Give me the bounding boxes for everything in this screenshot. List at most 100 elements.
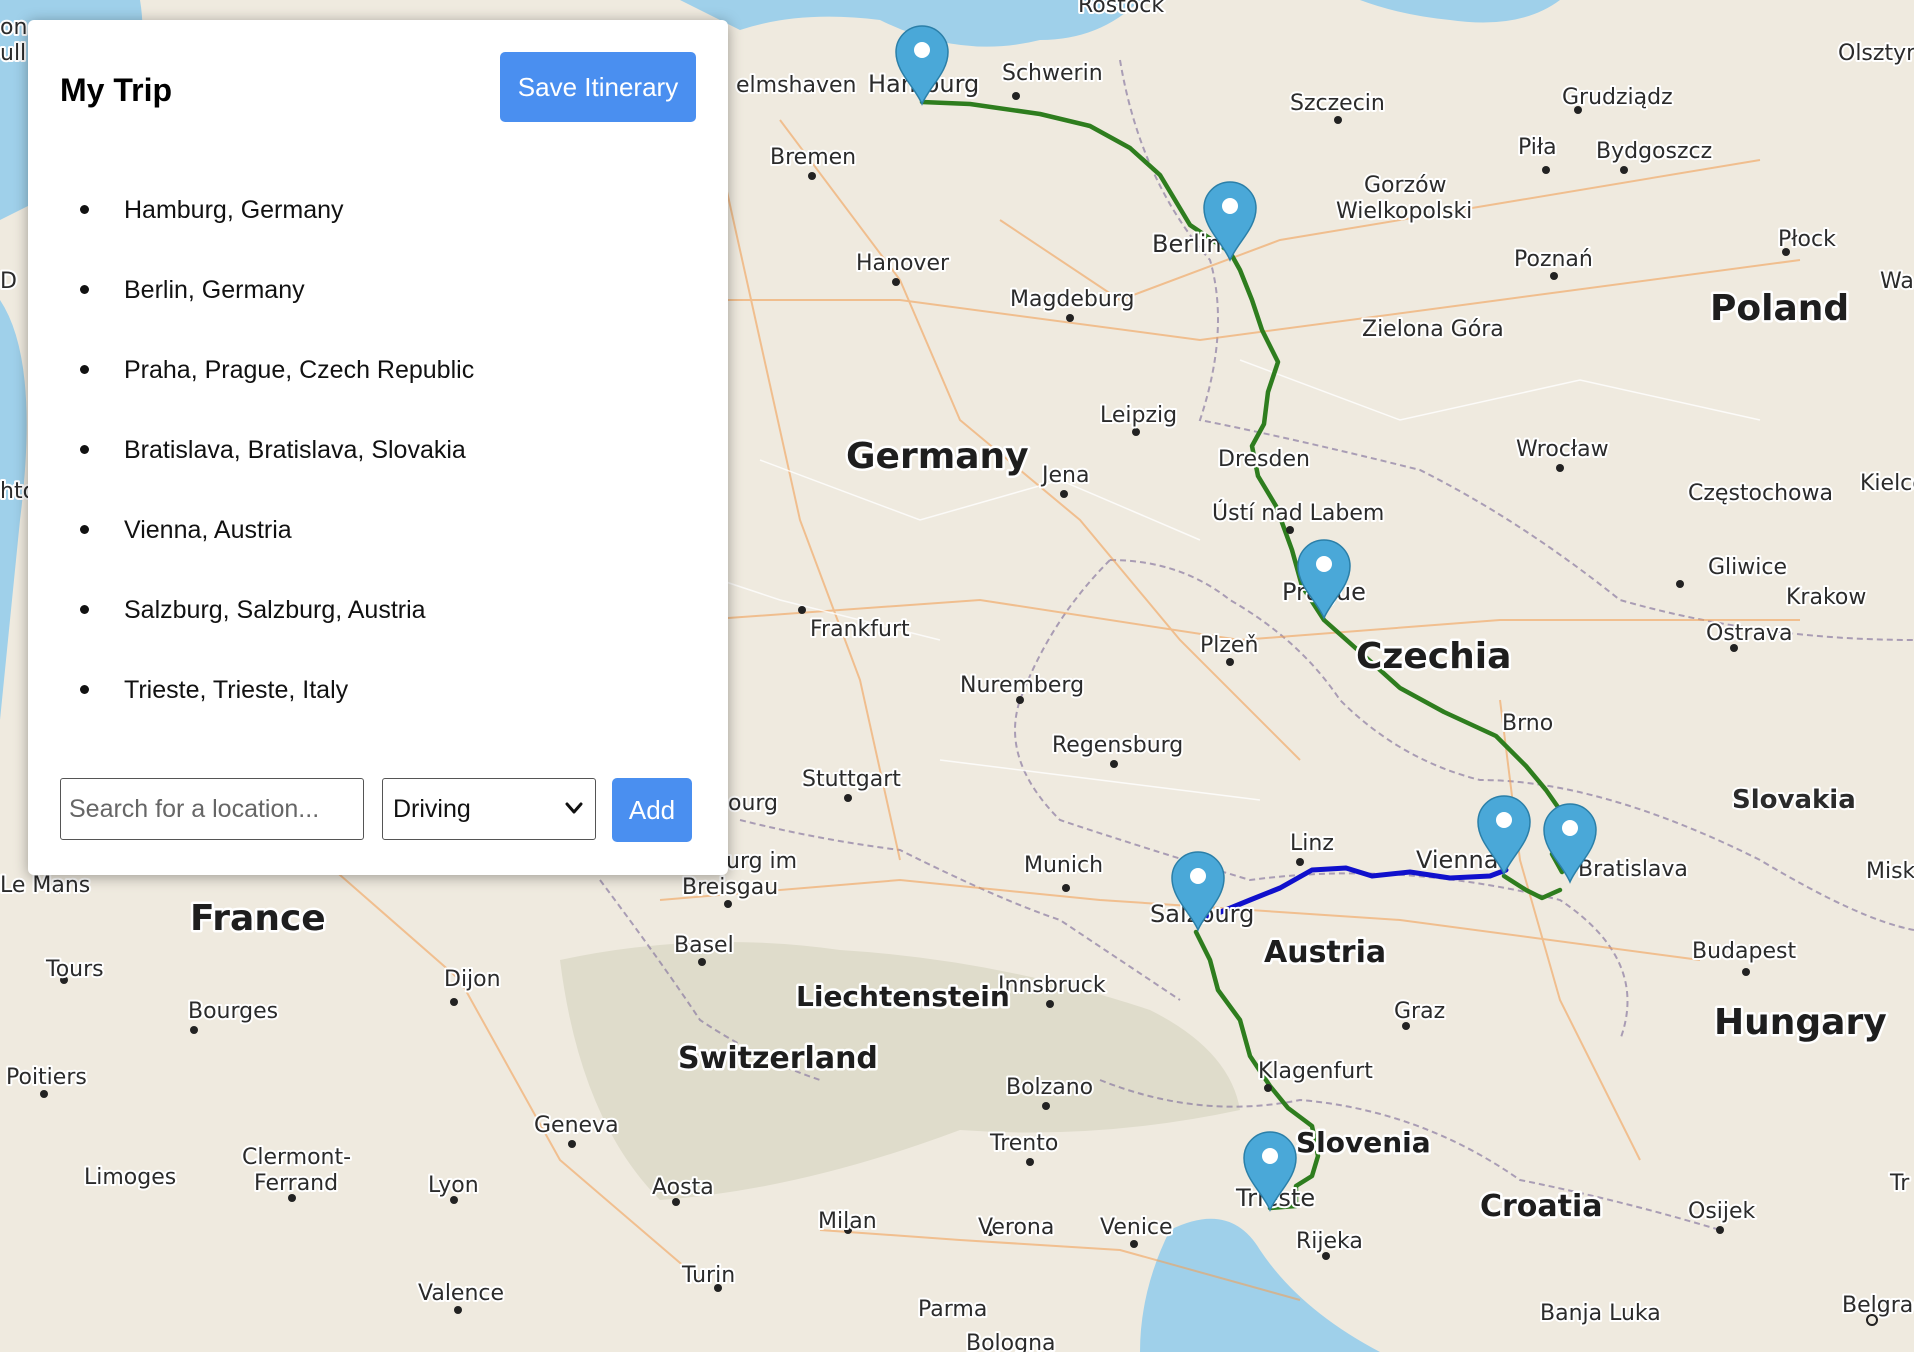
- list-item: Trieste, Trieste, Italy: [60, 650, 474, 730]
- svg-text:Magdeburg: Magdeburg: [1010, 287, 1134, 312]
- save-itinerary-button[interactable]: Save Itinerary: [500, 52, 696, 122]
- svg-text:Osijek: Osijek: [1688, 1199, 1756, 1224]
- svg-text:Olsztyn: Olsztyn: [1838, 41, 1914, 66]
- list-item: Hamburg, Germany: [60, 170, 474, 250]
- list-item: Salzburg, Salzburg, Austria: [60, 570, 474, 650]
- svg-text:Trento: Trento: [989, 1131, 1058, 1156]
- bullet-icon: [80, 445, 89, 454]
- svg-text:Berlin: Berlin: [1152, 230, 1222, 258]
- bullet-icon: [80, 285, 89, 294]
- svg-text:Dresden: Dresden: [1218, 447, 1310, 472]
- svg-text:Wielkopolski: Wielkopolski: [1336, 199, 1472, 224]
- svg-text:Clermont-: Clermont-: [242, 1145, 351, 1170]
- list-item: Bratislava, Bratislava, Slovakia: [60, 410, 474, 490]
- stop-label: Bratislava, Bratislava, Slovakia: [124, 435, 466, 464]
- trip-panel: My Trip Save Itinerary Hamburg, Germany …: [28, 20, 728, 875]
- travel-mode-value: Driving: [393, 794, 471, 823]
- svg-text:Ferrand: Ferrand: [254, 1171, 338, 1196]
- svg-text:Tours: Tours: [45, 957, 104, 982]
- list-item: Berlin, Germany: [60, 250, 474, 330]
- location-search-input[interactable]: [60, 778, 364, 840]
- city-rostock: Rostock: [1076, 0, 1166, 20]
- svg-text:Lyon: Lyon: [428, 1173, 479, 1198]
- country-switzerland: Switzerland: [678, 1041, 878, 1076]
- city-milan: Milan: [816, 1207, 879, 1236]
- svg-text:Banja Luka: Banja Luka: [1540, 1301, 1661, 1326]
- city-parma: Parma: [916, 1295, 989, 1324]
- city-olsztyn: Olsztyn: [1836, 39, 1914, 68]
- svg-text:Belgrade: Belgrade: [1842, 1293, 1914, 1318]
- svg-text:Gorzów: Gorzów: [1364, 173, 1447, 198]
- svg-text:Wrocław: Wrocław: [1516, 437, 1609, 462]
- svg-text:Bourges: Bourges: [188, 999, 278, 1024]
- stop-label: Vienna, Austria: [124, 515, 292, 544]
- city-limoges: Limoges: [82, 1163, 178, 1192]
- svg-text:Frankfurt: Frankfurt: [810, 617, 910, 642]
- svg-text:Valence: Valence: [418, 1281, 504, 1306]
- svg-text:Basel: Basel: [674, 933, 734, 958]
- svg-text:elmshaven: elmshaven: [736, 73, 856, 98]
- add-button[interactable]: Add: [612, 778, 692, 842]
- svg-text:Bolzano: Bolzano: [1006, 1075, 1093, 1100]
- svg-text:Ústí nad Labem: Ústí nad Labem: [1212, 500, 1384, 526]
- svg-text:Milan: Milan: [818, 1209, 877, 1234]
- svg-text:Częstochowa: Częstochowa: [1688, 481, 1833, 506]
- svg-text:Vienna: Vienna: [1416, 846, 1498, 874]
- city-mielec: Misk: [1864, 857, 1914, 886]
- country-croatia: Croatia: [1480, 1189, 1603, 1224]
- svg-text:ull: ull: [0, 41, 26, 66]
- city-bologna: Bologna: [964, 1329, 1058, 1352]
- svg-text:Misk: Misk: [1866, 859, 1914, 884]
- svg-text:Rostock: Rostock: [1078, 0, 1164, 18]
- bullet-icon: [80, 525, 89, 534]
- city-le-mans: Le Mans: [0, 871, 92, 900]
- svg-text:D: D: [0, 269, 17, 294]
- city-czestochowa: Częstochowa: [1686, 479, 1835, 508]
- panel-title: My Trip: [60, 72, 173, 108]
- stop-label: Salzburg, Salzburg, Austria: [124, 595, 426, 624]
- city-banja-luka: Banja Luka: [1538, 1299, 1663, 1328]
- stop-label: Praha, Prague, Czech Republic: [124, 355, 475, 384]
- svg-text:Munich: Munich: [1024, 853, 1103, 878]
- city-zielona-gora: Zielona Góra: [1360, 315, 1506, 344]
- svg-text:Bremen: Bremen: [770, 145, 856, 170]
- svg-text:Innsbruck: Innsbruck: [998, 973, 1106, 998]
- svg-text:Regensburg: Regensburg: [1052, 733, 1183, 758]
- svg-text:Rijeka: Rijeka: [1296, 1229, 1363, 1254]
- country-poland: Poland: [1710, 288, 1849, 329]
- city-clermont: Clermont-Ferrand: [240, 1143, 353, 1202]
- svg-text:Jena: Jena: [1040, 463, 1089, 488]
- svg-text:Tr: Tr: [1889, 1171, 1910, 1196]
- travel-mode-select[interactable]: Driving: [382, 778, 596, 840]
- svg-text:Ostrava: Ostrava: [1706, 621, 1792, 646]
- svg-text:Wa: Wa: [1880, 269, 1914, 294]
- svg-text:Krakow: Krakow: [1786, 585, 1866, 610]
- svg-text:urg im: urg im: [726, 849, 797, 874]
- svg-text:Zielona Góra: Zielona Góra: [1362, 317, 1504, 342]
- country-austria: Austria: [1264, 935, 1386, 970]
- svg-text:Schwerin: Schwerin: [1002, 61, 1103, 86]
- chevron-down-icon: [565, 802, 583, 814]
- svg-text:on: on: [0, 15, 27, 40]
- svg-text:Leipzig: Leipzig: [1100, 403, 1177, 428]
- svg-text:Grudziądz: Grudziądz: [1562, 85, 1673, 110]
- svg-text:Poitiers: Poitiers: [6, 1065, 87, 1090]
- svg-text:Budapest: Budapest: [1692, 939, 1796, 964]
- country-france: France: [190, 898, 326, 939]
- svg-text:Gliwice: Gliwice: [1708, 555, 1787, 580]
- svg-text:Breisgau: Breisgau: [682, 875, 778, 900]
- city-brno: Brno: [1500, 709, 1555, 738]
- svg-text:Dijon: Dijon: [444, 967, 501, 992]
- country-germany: Germany: [846, 436, 1029, 477]
- city-turin: Turin: [679, 1261, 737, 1292]
- country-czechia: Czechia: [1356, 636, 1511, 677]
- city-verona: Verona: [976, 1213, 1056, 1242]
- bullet-icon: [80, 685, 89, 694]
- svg-text:Bydgoszcz: Bydgoszcz: [1596, 139, 1712, 164]
- svg-text:Klagenfurt: Klagenfurt: [1258, 1059, 1373, 1084]
- list-item: Vienna, Austria: [60, 490, 474, 570]
- svg-text:Płock: Płock: [1778, 227, 1836, 252]
- country-slovenia: Slovenia: [1296, 1126, 1431, 1159]
- svg-text:Parma: Parma: [918, 1297, 987, 1322]
- svg-text:Bologna: Bologna: [966, 1331, 1056, 1352]
